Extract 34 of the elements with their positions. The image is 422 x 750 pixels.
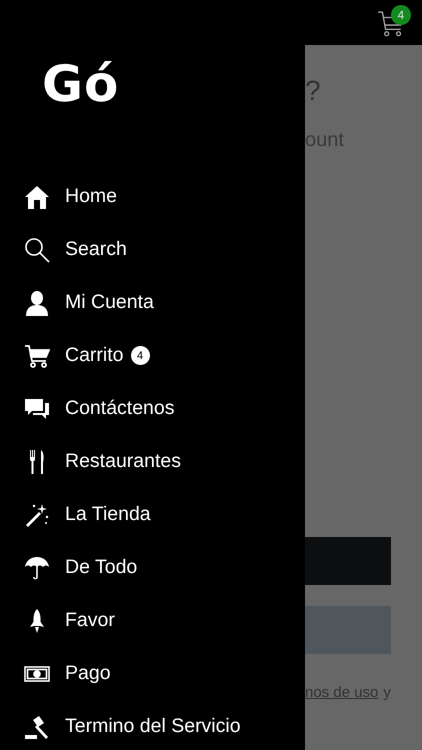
menu-item[interactable]: De Todo bbox=[0, 541, 305, 594]
cart-icon bbox=[24, 342, 50, 368]
menu-label: Restaurantes bbox=[65, 450, 181, 473]
menu-label: Pago bbox=[65, 662, 111, 685]
secondary-button[interactable] bbox=[305, 606, 391, 654]
menu-label: Search bbox=[65, 238, 127, 261]
menu-label: Carrito bbox=[65, 344, 124, 367]
menu-label: Home bbox=[65, 185, 118, 208]
menu-item[interactable]: Contáctenos bbox=[0, 382, 305, 435]
menu-item[interactable]: Favor bbox=[0, 594, 305, 647]
count-badge: 4 bbox=[390, 5, 411, 25]
logo: Gó bbox=[42, 56, 120, 112]
menu-label: Termino del Servicio bbox=[65, 715, 241, 738]
menu-label: La Tienda bbox=[65, 503, 151, 526]
menu-item[interactable]: Carrito 4 bbox=[0, 329, 305, 382]
primary-button[interactable] bbox=[305, 537, 391, 585]
menu-label: Mi Cuenta bbox=[65, 291, 154, 314]
umbrella-icon bbox=[24, 554, 50, 580]
home-icon bbox=[24, 184, 50, 210]
menu-label: Favor bbox=[65, 609, 115, 632]
gavel-icon bbox=[24, 714, 50, 740]
menu-item[interactable]: La Tienda bbox=[0, 488, 305, 541]
menu-item[interactable]: Home bbox=[0, 170, 305, 223]
person-icon bbox=[24, 290, 50, 316]
menu-label: De Todo bbox=[65, 556, 138, 579]
menu-item[interactable]: Restaurantes bbox=[0, 435, 305, 488]
menu-item[interactable]: Search bbox=[0, 223, 305, 276]
heading: ? bbox=[305, 75, 322, 107]
menu-label: Contáctenos bbox=[65, 397, 174, 420]
count-badge: 4 bbox=[130, 346, 150, 365]
menu-item[interactable]: Pago bbox=[0, 647, 305, 700]
search-icon bbox=[24, 236, 50, 262]
menu-item[interactable]: Termino del Servicio bbox=[0, 700, 305, 750]
menu-item[interactable]: Mi Cuenta bbox=[0, 276, 305, 329]
